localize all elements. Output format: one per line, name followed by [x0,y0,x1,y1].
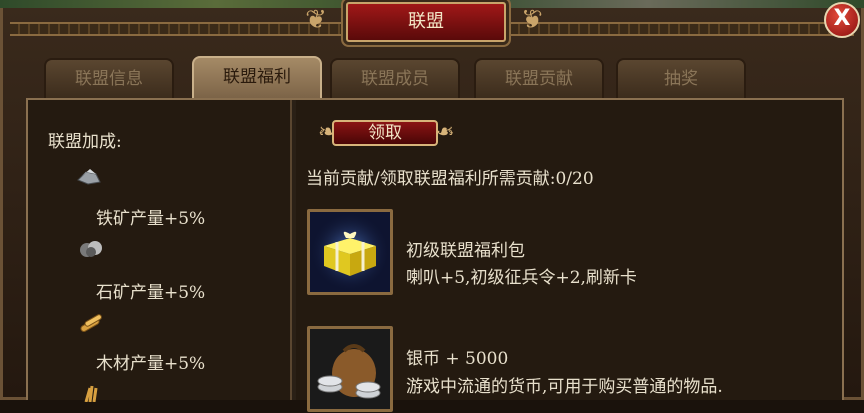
claim-right-ornament-icon: ❧ [436,120,455,145]
claim-button-label: 领取 [332,120,438,146]
bonus-item-stone: 石矿产量+5% [96,283,206,303]
title-right-ornament-icon: ❦ [521,5,543,35]
reward-desc: 喇叭+5,初级征兵令+2,刷新卡 [406,268,637,288]
reward-title: 初级联盟福利包 [406,241,525,261]
reward-title: 银币 + 5000 [406,349,509,369]
grain-icon [78,382,104,403]
close-button[interactable]: X [824,2,860,38]
window-title: 联盟 [346,2,506,42]
tab-alliance-members[interactable]: 联盟成员 [330,58,460,98]
tab-alliance-info[interactable]: 联盟信息 [44,58,174,98]
contribution-status: 当前贡献/领取联盟福利所需贡献:0/20 [306,169,594,189]
bonus-item-iron: 铁矿产量+5% [96,209,206,229]
stone-ore-icon [78,238,104,258]
reward-desc: 游戏中流通的货币,可用于购买普通的物品. [406,377,723,397]
bonus-item-wood: 木材产量+5% [96,354,206,374]
iron-ore-icon [76,166,102,186]
tab-alliance-welfare[interactable]: 联盟福利 [192,56,322,100]
silver-coin-bag-icon[interactable] [307,326,393,412]
tab-alliance-contribution[interactable]: 联盟贡献 [474,58,604,98]
claim-button[interactable]: ❧ 领取 ❧ [318,116,455,150]
title-left-ornament-icon: ❦ [305,5,327,35]
wood-icon [78,312,104,332]
gift-box-icon[interactable] [307,209,393,295]
tab-lottery[interactable]: 抽奖 [616,58,746,98]
bonus-heading: 联盟加成: [48,132,122,152]
